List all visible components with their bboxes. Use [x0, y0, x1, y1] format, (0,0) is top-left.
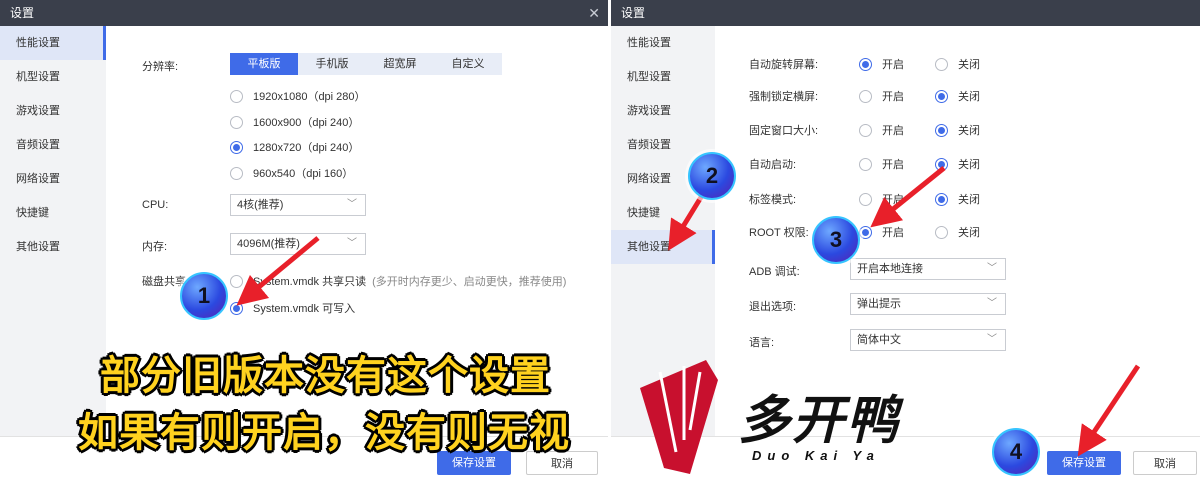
resolution-option-1600[interactable]: 1600x900（dpi 240） — [230, 114, 359, 130]
radio-selected-icon — [230, 301, 243, 315]
radio-selected-icon — [230, 140, 243, 154]
chevron-down-icon: ﹀ — [987, 298, 997, 309]
disk-writable-option[interactable]: System.vmdk 可写入 — [230, 300, 355, 316]
fixed-window-size-on[interactable]: 开启 — [859, 122, 904, 138]
radio-icon — [935, 57, 948, 71]
resolution-option-1280[interactable]: 1280x720（dpi 240） — [230, 139, 359, 155]
window-title: 设置 — [621, 6, 646, 20]
step-badge-2: 2 — [688, 152, 736, 200]
close-icon[interactable]: ✕ — [588, 0, 600, 26]
radio-selected-icon — [935, 192, 948, 206]
sidebar-item-performance[interactable]: 性能设置 — [0, 26, 106, 60]
exit-option-label: 退出选项: — [749, 301, 797, 313]
window-titlebar: 设置 — [611, 0, 1200, 26]
adb-debug-label: ADB 调试: — [749, 266, 800, 278]
auto-rotate-off[interactable]: 关闭 — [935, 56, 980, 72]
radio-icon — [230, 166, 243, 180]
radio-selected-icon — [935, 89, 948, 103]
resolution-label: 分辨率: — [142, 61, 179, 73]
sidebar-item-network[interactable]: 网络设置 — [0, 162, 106, 196]
tab-ultrawide[interactable]: 超宽屏 — [366, 53, 434, 75]
caption-line-2: 如果有则开启，没有则无视 — [78, 411, 570, 455]
sidebar: 性能设置 机型设置 游戏设置 音频设置 网络设置 快捷键 其他设置 — [611, 26, 715, 436]
tab-tablet[interactable]: 平板版 — [230, 53, 298, 75]
radio-icon — [859, 89, 872, 103]
step-badge-3: 3 — [812, 216, 860, 264]
sidebar-item-device-model[interactable]: 机型设置 — [0, 60, 106, 94]
footer: 保存设置 取消 — [611, 436, 1200, 484]
radio-selected-icon — [859, 57, 872, 71]
memory-select[interactable]: 4096M(推荐) ﹀ — [230, 233, 366, 255]
logo-wordmark: 多开鸭 — [738, 392, 901, 450]
radio-icon — [859, 192, 872, 206]
resolution-mode-tabs: 平板版 手机版 超宽屏 自定义 — [230, 53, 502, 75]
tab-mode-off[interactable]: 关闭 — [935, 191, 980, 207]
memory-label: 内存: — [142, 241, 168, 253]
radio-icon — [935, 225, 948, 239]
disk-readonly-option[interactable]: System.vmdk 共享只读 (多开时内存更少、启动更快，推荐使用) — [230, 273, 566, 289]
tab-phone[interactable]: 手机版 — [298, 53, 366, 75]
radio-icon — [859, 123, 872, 137]
fixed-window-size-label: 固定窗口大小: — [749, 125, 819, 137]
cpu-label: CPU: — [142, 199, 169, 211]
sidebar-item-game[interactable]: 游戏设置 — [611, 94, 715, 128]
chevron-down-icon: ﹀ — [347, 238, 357, 249]
cancel-button[interactable]: 取消 — [1133, 451, 1197, 475]
sidebar-item-game[interactable]: 游戏设置 — [0, 94, 106, 128]
step-badge-4: 4 — [992, 428, 1040, 476]
resolution-option-960[interactable]: 960x540（dpi 160） — [230, 165, 353, 181]
step-badge-1: 1 — [180, 272, 228, 320]
chevron-down-icon: ﹀ — [347, 199, 357, 210]
radio-icon — [230, 274, 243, 288]
disk-share-label: 磁盘共享 — [142, 276, 186, 288]
force-landscape-off[interactable]: 关闭 — [935, 88, 980, 104]
sidebar-item-audio[interactable]: 音频设置 — [0, 128, 106, 162]
caption-line-1: 部分旧版本没有这个设置 — [100, 354, 551, 398]
auto-start-on[interactable]: 开启 — [859, 156, 904, 172]
logo-subtitle: Duo Kai Ya — [752, 448, 880, 463]
window-titlebar: 设置 ✕ — [0, 0, 608, 26]
chevron-down-icon: ﹀ — [987, 334, 997, 345]
tab-mode-label: 标签模式: — [749, 194, 797, 206]
force-landscape-label: 强制锁定横屏: — [749, 91, 819, 103]
sidebar-item-other[interactable]: 其他设置 — [0, 230, 106, 264]
radio-selected-icon — [935, 123, 948, 137]
force-landscape-on[interactable]: 开启 — [859, 88, 904, 104]
chevron-down-icon: ﹀ — [987, 263, 997, 274]
cpu-select[interactable]: 4核(推荐) ﹀ — [230, 194, 366, 216]
auto-rotate-label: 自动旋转屏幕: — [749, 59, 819, 71]
resolution-option-1920[interactable]: 1920x1080（dpi 280） — [230, 88, 366, 104]
radio-selected-icon — [935, 157, 948, 171]
auto-rotate-on[interactable]: 开启 — [859, 56, 904, 72]
root-permission-off[interactable]: 关闭 — [935, 224, 980, 240]
tab-custom[interactable]: 自定义 — [434, 53, 502, 75]
window-title: 设置 — [10, 6, 35, 20]
radio-icon — [230, 115, 243, 129]
settings-window-right: 设置 性能设置 机型设置 游戏设置 音频设置 网络设置 快捷键 其他设置 自动旋… — [611, 0, 1200, 484]
auto-start-label: 自动启动: — [749, 159, 797, 171]
sidebar-item-performance[interactable]: 性能设置 — [611, 26, 715, 60]
tab-mode-on[interactable]: 开启 — [859, 191, 904, 207]
sidebar: 性能设置 机型设置 游戏设置 音频设置 网络设置 快捷键 其他设置 — [0, 26, 106, 436]
sidebar-item-other[interactable]: 其他设置 — [611, 230, 715, 264]
sidebar-item-shortcuts[interactable]: 快捷键 — [0, 196, 106, 230]
root-permission-label: ROOT 权限: — [749, 227, 809, 239]
sidebar-item-shortcuts[interactable]: 快捷键 — [611, 196, 715, 230]
other-settings-content: 自动旋转屏幕: 开启 关闭 强制锁定横屏: 开启 关闭 固定窗口大小: 开启 关… — [715, 26, 1200, 436]
fixed-window-size-off[interactable]: 关闭 — [935, 122, 980, 138]
save-button[interactable]: 保存设置 — [1047, 451, 1121, 475]
auto-start-off[interactable]: 关闭 — [935, 156, 980, 172]
adb-debug-select[interactable]: 开启本地连接 ﹀ — [850, 258, 1006, 280]
radio-selected-icon — [859, 225, 872, 239]
sidebar-item-device-model[interactable]: 机型设置 — [611, 60, 715, 94]
radio-icon — [859, 157, 872, 171]
radio-icon — [230, 89, 243, 103]
language-select[interactable]: 简体中文 ﹀ — [850, 329, 1006, 351]
language-label: 语言: — [749, 337, 775, 349]
exit-option-select[interactable]: 弹出提示 ﹀ — [850, 293, 1006, 315]
root-permission-on[interactable]: 开启 — [859, 224, 904, 240]
